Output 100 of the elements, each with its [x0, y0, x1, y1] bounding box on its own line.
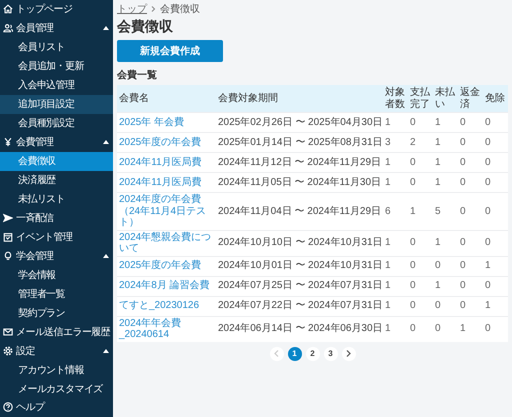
table-cell: 2024年07月22日 〜 2024年07月31日	[216, 296, 383, 316]
table-cell: 0	[408, 112, 433, 132]
table-cell: 0	[458, 112, 483, 132]
table-cell: 2024年10月10日 〜 2024年10月31日	[216, 230, 383, 256]
sidebar-item[interactable]: 追加項目設定	[0, 94, 113, 114]
calendar-icon	[3, 232, 13, 242]
fee-name-link[interactable]: 2024年11月医局費	[119, 176, 214, 188]
table-cell: 0	[433, 256, 458, 276]
people-icon	[3, 23, 13, 34]
table-cell: 0	[458, 256, 483, 276]
column-header: 会費対象期間	[216, 85, 383, 112]
mail-icon	[3, 326, 13, 337]
table-cell: 0	[483, 230, 508, 256]
table-cell: 0	[483, 132, 508, 152]
table-cell: 1	[383, 276, 408, 296]
breadcrumb-link[interactable]: トップ	[117, 2, 147, 16]
fee-name-link[interactable]: 2025年度の年会費	[119, 260, 214, 272]
table-cell: 0	[408, 152, 433, 172]
fee-name-link[interactable]: 2025年 年会費	[119, 116, 214, 128]
sidebar-item[interactable]: 決済履歴	[0, 170, 113, 190]
table-cell: 1	[483, 256, 508, 276]
sidebar-item[interactable]: トップページ	[0, 0, 113, 19]
table-cell: 1	[433, 112, 458, 132]
table-cell: 0	[408, 296, 433, 316]
next-page-button[interactable]	[342, 346, 356, 360]
sidebar-item[interactable]: 契約プラン	[0, 303, 113, 322]
sidebar-item[interactable]: 会員管理	[0, 18, 113, 38]
lightbulb-icon	[3, 250, 13, 261]
table-cell: 0	[408, 172, 433, 192]
sidebar-item[interactable]: メールカスタマイズ	[0, 379, 113, 398]
table-cell: 0	[483, 276, 508, 296]
column-header: 未払い	[433, 85, 458, 112]
table-cell: 0	[458, 132, 483, 152]
sidebar-item[interactable]: 会員リスト	[0, 38, 113, 57]
column-header: 免除	[483, 85, 508, 112]
fee-name-link[interactable]: てすと_20230126	[119, 300, 214, 312]
table-cell: 0	[483, 172, 508, 192]
fee-name-link[interactable]: 2024年懇親会費について	[119, 232, 214, 254]
table-cell: 2025年01月14日 〜 2025年08月31日	[216, 132, 383, 152]
sidebar-item[interactable]: 管理者一覧	[0, 284, 113, 304]
sidebar-item[interactable]: 一斉配信	[0, 208, 113, 228]
yen-icon	[3, 137, 13, 148]
fee-name-link[interactable]: 2024年8月 論習会費	[119, 280, 214, 292]
page-button[interactable]: 2	[306, 346, 320, 360]
table-cell: 0	[408, 276, 433, 296]
sidebar-item[interactable]: 会費管理	[0, 132, 113, 152]
table-cell: 0	[408, 230, 433, 256]
sidebar-item[interactable]: 入会申込管理	[0, 76, 113, 95]
fee-name-link[interactable]: 2024年度の年会費（24年11月4日テスト）	[119, 194, 214, 228]
send-icon	[3, 212, 13, 223]
sidebar-item[interactable]: 会費徴収	[0, 152, 113, 171]
table-cell: 0	[458, 152, 483, 172]
sidebar-item[interactable]: 会員追加・更新	[0, 56, 113, 76]
table-cell: 0	[433, 316, 458, 342]
table-cell: 6	[383, 192, 408, 230]
table-cell: 0	[483, 112, 508, 132]
table-cell: 1	[433, 152, 458, 172]
column-header: 支払完了	[408, 85, 433, 112]
table-cell: 1	[433, 276, 458, 296]
table-cell: 0	[483, 152, 508, 172]
table-cell: 2024年11月04日 〜 2024年11月29日	[216, 192, 383, 230]
sidebar-item[interactable]: 会員種別設定	[0, 114, 113, 133]
table-cell: 3	[383, 132, 408, 152]
table-cell: 1	[433, 132, 458, 152]
section-title: 会費一覧	[117, 68, 158, 82]
table-cell: 2024年11月12日 〜 2024年11月29日	[216, 152, 383, 172]
sidebar-item[interactable]: メール送信エラー履歴	[0, 322, 113, 342]
chevron-right-icon	[346, 350, 351, 357]
column-header: 返金済	[458, 85, 483, 112]
table-cell: 1	[408, 192, 433, 230]
table-cell: 0	[458, 276, 483, 296]
table-cell: 1	[383, 172, 408, 192]
page-button[interactable]: 3	[324, 346, 338, 360]
table-cell: 2	[408, 132, 433, 152]
table-cell: 1	[458, 316, 483, 342]
table-cell: 5	[433, 192, 458, 230]
sidebar-item[interactable]: 設定	[0, 341, 113, 360]
table-cell: 2024年06月14日 〜 2024年06月30日	[216, 316, 383, 342]
table-cell: 0	[458, 192, 483, 230]
create-button[interactable]: 新規会費作成	[117, 40, 223, 62]
sidebar-item[interactable]: アカウント情報	[0, 360, 113, 380]
page-button[interactable]: 1	[288, 346, 302, 360]
fee-name-link[interactable]: 2024年11月医局費	[119, 156, 214, 168]
column-header: 会費名	[117, 85, 216, 112]
breadcrumb-current: 会費徴収	[160, 2, 200, 16]
table-cell: 1	[383, 230, 408, 256]
table-cell: 1	[383, 112, 408, 132]
table-cell: 2025年02月26日 〜 2025年04月30日	[216, 112, 383, 132]
fee-name-link[interactable]: 2025年度の年会費	[119, 136, 214, 148]
sidebar-item[interactable]: イベント管理	[0, 227, 113, 246]
sidebar-item[interactable]: 未払リスト	[0, 190, 113, 208]
fee-name-link[interactable]: 2024年年会費_20240614	[119, 318, 214, 340]
table-cell: 0	[483, 316, 508, 342]
column-header: 対象者数	[383, 85, 408, 112]
sidebar-item[interactable]: 学会管理	[0, 246, 113, 266]
table-cell: 0	[458, 296, 483, 316]
table-cell: 0	[458, 230, 483, 256]
sidebar-item[interactable]: 学会情報	[0, 265, 113, 284]
sidebar-item[interactable]: ヘルプ	[0, 398, 113, 417]
table-cell: 2024年07月25日 〜 2024年07月31日	[216, 276, 383, 296]
